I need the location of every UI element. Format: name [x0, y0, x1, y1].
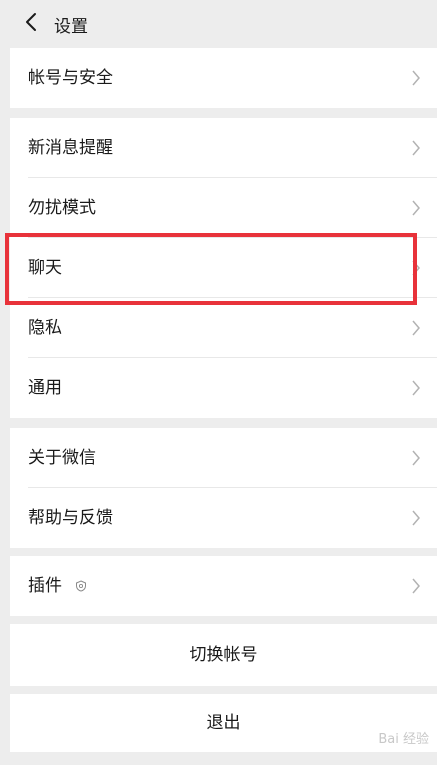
navigation-bar: 设置 [10, 0, 437, 48]
settings-group-account: 帐号与安全 [10, 48, 437, 108]
chevron-right-icon [412, 200, 420, 216]
settings-item-privacy[interactable]: 隐私 [10, 298, 437, 358]
switch-account-button[interactable]: 切换帐号 [10, 624, 437, 686]
settings-item-do-not-disturb[interactable]: 勿扰模式 [10, 178, 437, 238]
chevron-right-icon [412, 260, 420, 276]
logout-label: 退出 [206, 713, 241, 733]
settings-item-account-security[interactable]: 帐号与安全 [10, 48, 437, 108]
settings-item-label: 聊天 [28, 258, 62, 278]
settings-page: 设置 帐号与安全 新消息提醒 勿扰模式 聊天 隐私 通用 关于微信 帮助与反馈 … [10, 0, 437, 765]
page-title: 设置 [54, 17, 88, 37]
watermark: Bai 经验 [378, 732, 429, 747]
settings-item-chat[interactable]: 聊天 [10, 238, 437, 298]
settings-item-label: 帐号与安全 [28, 68, 113, 88]
settings-item-plugins[interactable]: 插件 [10, 556, 437, 616]
settings-item-general[interactable]: 通用 [10, 358, 437, 418]
chevron-right-icon [412, 450, 420, 466]
chevron-right-icon [412, 380, 420, 396]
settings-item-help-feedback[interactable]: 帮助与反馈 [10, 488, 437, 548]
settings-item-about-wechat[interactable]: 关于微信 [10, 428, 437, 488]
settings-item-notifications[interactable]: 新消息提醒 [10, 118, 437, 178]
chevron-right-icon [412, 510, 420, 526]
logout-button[interactable]: 退出 [10, 694, 437, 752]
settings-item-label-wrap: 插件 [28, 556, 87, 616]
settings-item-label: 勿扰模式 [28, 198, 96, 218]
settings-item-label: 插件 [28, 576, 62, 596]
settings-group-plugins: 插件 [10, 556, 437, 616]
switch-account-label: 切换帐号 [189, 645, 258, 665]
settings-item-label: 通用 [28, 378, 62, 398]
settings-item-label: 关于微信 [28, 448, 96, 468]
chevron-left-icon[interactable] [22, 10, 42, 34]
settings-group-about: 关于微信 帮助与反馈 [10, 428, 437, 548]
settings-item-label: 帮助与反馈 [28, 508, 113, 528]
settings-item-label: 新消息提醒 [28, 138, 113, 158]
chevron-right-icon [412, 578, 420, 594]
settings-group-general: 新消息提醒 勿扰模式 聊天 隐私 通用 [10, 118, 437, 418]
chevron-right-icon [412, 140, 420, 156]
settings-item-label: 隐私 [28, 318, 62, 338]
plugin-badge-icon [76, 580, 87, 592]
chevron-right-icon [412, 70, 420, 86]
chevron-right-icon [412, 320, 420, 336]
